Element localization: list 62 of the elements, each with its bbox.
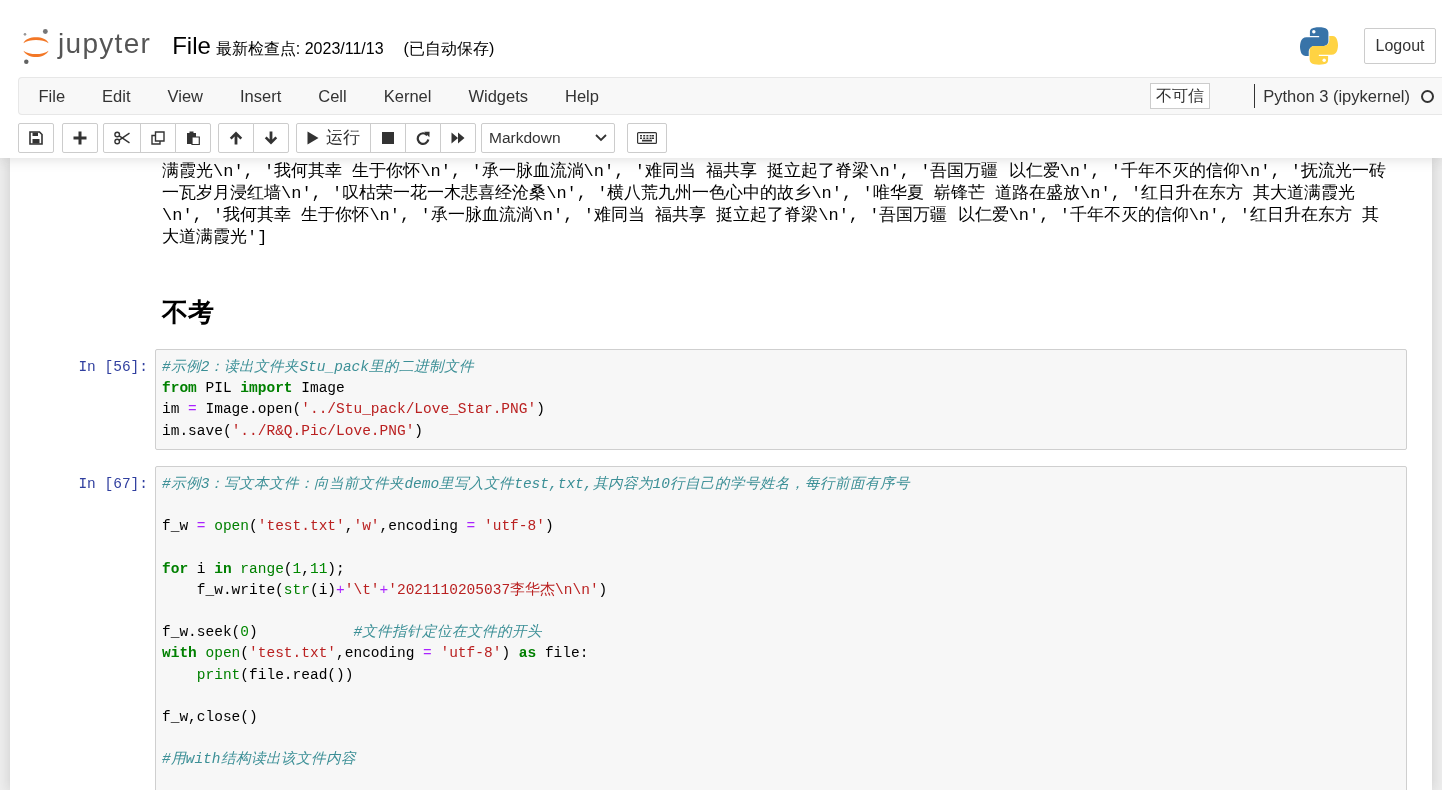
notebook-logo-icon[interactable]	[22, 27, 50, 65]
plus-icon	[73, 131, 87, 145]
menu-item[interactable]: Kernel	[365, 78, 450, 114]
menu-item[interactable]: View	[149, 78, 222, 114]
notebook-title[interactable]: File	[172, 32, 211, 60]
code-line: with open('test.txt',encoding = 'utf-8') as file:	[162, 644, 590, 664]
save-button[interactable]	[18, 123, 54, 153]
save-icon	[29, 131, 43, 145]
keyboard-button[interactable]	[627, 123, 667, 153]
logo-text[interactable]: jupyter	[58, 30, 152, 62]
code-line: im.save('../R&Q.Pic/Love.PNG')	[162, 421, 425, 441]
cut-button[interactable]	[103, 123, 141, 153]
code-line: #用with结构读出该文件内容	[162, 750, 358, 770]
cell-type-dropdown[interactable]: Markdown	[481, 123, 615, 153]
add-cell-button[interactable]	[62, 123, 98, 153]
code-line: f_w.seek(0) #文件指针定位在文件的开头	[162, 623, 544, 643]
autosave-status: (已自动保存)	[403, 39, 495, 59]
output-text: 满霞光\n', '我何其幸 生于你怀\n', '承一脉血流淌\n', '难同当 福共享 挺立起了脊梁\n', '吾国万疆 以仁爱\n', '千年不灭的信仰\n', '抚流光一砖 一瓦岁月浸红墙\n', '叹枯荣一花一木悲喜经沧桑\n', '横八荒九州一色心中的故乡\n', '唯华夏 崭锋芒 道路在盛放\n', '红日升在东方 其大道满霞光 \n', '我何其幸 生于你怀\n', '承一脉血流淌\n', '难同当 福共享 挺立起了脊梁\n', '吾国万疆 以仁爱\n', '千年不灭的信仰\n', '红日升在东方 其 大道满霞光']	[161, 161, 1387, 249]
code-cell[interactable]	[155, 465, 1407, 790]
logout-button[interactable]: Logout	[1364, 28, 1436, 64]
code-line: f_w,close()	[162, 708, 259, 727]
menu-item[interactable]: Edit	[83, 78, 150, 114]
scissors-icon	[114, 131, 130, 145]
code-line: for i in range(1,11);	[162, 559, 346, 579]
section-heading: 不考	[160, 296, 214, 328]
kernel-logo-icon	[1300, 27, 1338, 65]
copy-icon	[151, 131, 165, 145]
code-line: #示例2：读出文件夹Stu_pack里的二进制文件	[162, 358, 476, 377]
cell-prompt: In [67]:	[77, 474, 149, 494]
menu-item[interactable]: Insert	[221, 78, 300, 114]
code-line: #示例3：写文本文件：向当前文件夹demo里写入文件test,txt,其内容为10行自己的学号姓名，每行前面有序号	[162, 474, 912, 494]
code-line: f_w = open('test.txt','w',encoding = 'utf-8')	[162, 517, 555, 537]
restart-button[interactable]	[405, 123, 441, 153]
stop-icon	[382, 132, 394, 144]
fast-forward-icon	[451, 132, 465, 144]
cell-prompt: In [56]:	[77, 358, 149, 377]
arrow-down-icon	[264, 131, 278, 145]
code-cell[interactable]: #示例2：读出文件夹Stu_pack里的二进制文件 from PIL import Image im = Image.open('../Stu_pack/Love_Star.PNG') im.save('../R&Q.Pic/Love.PNG')	[155, 349, 1407, 450]
checkpoint-text: 最新检查点: 2023/11/13	[215, 39, 384, 59]
arrow-up-icon	[229, 131, 243, 145]
code-line: f_w.write(str(i)+'\t'+'2021110205037李华杰\n\n')	[195, 580, 609, 600]
run-all-button[interactable]	[440, 123, 476, 153]
code-line: from PIL import Image	[162, 379, 346, 399]
clipboard-icon	[186, 131, 200, 145]
code-line: print(file.read())	[195, 665, 355, 685]
trust-button[interactable]: 不可信	[1150, 83, 1211, 109]
play-icon	[307, 131, 319, 145]
move-up-button[interactable]	[218, 123, 254, 153]
move-down-button[interactable]	[253, 123, 289, 153]
keyboard-icon	[637, 132, 657, 144]
menu-item[interactable]: Cell	[299, 78, 366, 114]
caret-icon	[595, 134, 607, 142]
restart-icon	[416, 131, 430, 145]
code-line: im = Image.open('../Stu_pack/Love_Star.PNG')	[162, 400, 546, 420]
menu-item[interactable]: Widgets	[449, 78, 547, 114]
kernel-name: Python 3 (ipykernel)	[1254, 84, 1410, 108]
paste-button[interactable]	[175, 123, 211, 153]
menu-item[interactable]: File	[20, 78, 84, 114]
menu-item[interactable]: Help	[546, 78, 618, 114]
run-button[interactable]: 运行	[296, 123, 371, 153]
stop-button[interactable]	[370, 123, 406, 153]
copy-button[interactable]	[140, 123, 176, 153]
